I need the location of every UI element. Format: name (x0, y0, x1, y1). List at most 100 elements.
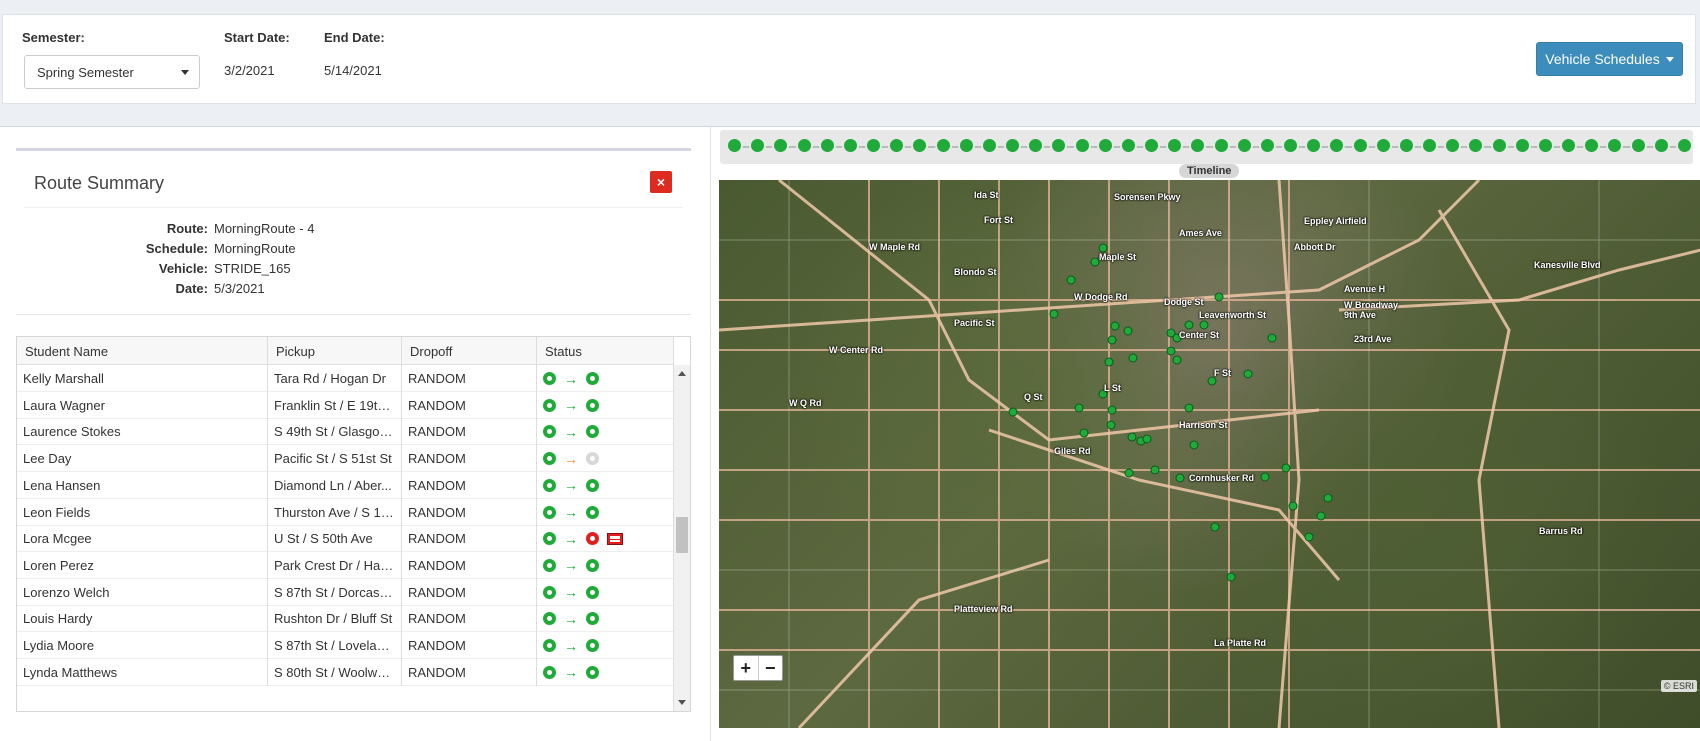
map-street-label: W Q Rd (789, 398, 822, 408)
vehicle-schedules-label: Vehicle Schedules (1545, 51, 1660, 67)
timeline-stop[interactable] (1397, 137, 1415, 154)
timeline-stop[interactable] (888, 137, 906, 154)
col-header-dropoff[interactable]: Dropoff (402, 337, 537, 365)
scroll-thumb[interactable] (676, 517, 688, 553)
dropoff-status-icon (586, 585, 599, 599)
timeline-stop[interactable] (1027, 137, 1045, 154)
timeline-stop[interactable] (1467, 137, 1485, 154)
arrow-right-icon: → (564, 504, 578, 520)
timeline-stop[interactable] (1513, 137, 1531, 154)
timeline-stop[interactable] (1305, 137, 1323, 154)
schedule-value: MorningRoute (214, 241, 296, 256)
arrow-right-icon: → (564, 637, 578, 654)
status-cell: → (537, 365, 674, 392)
timeline-stop[interactable] (934, 137, 952, 154)
timeline-stop[interactable] (1282, 137, 1300, 154)
timeline-stop[interactable] (818, 137, 836, 154)
timeline-stop[interactable] (795, 137, 813, 154)
timeline-stop[interactable] (1212, 137, 1230, 154)
dropoff-cell: RANDOM (402, 632, 537, 659)
students-table: Student Name Pickup Dropoff Status Kelly… (16, 336, 691, 712)
table-row[interactable]: Lydia Moore S 87th St / Loveland... RANDOM… (17, 632, 674, 659)
chevron-down-icon (181, 70, 189, 75)
schedule-label: Schedule: (145, 241, 208, 256)
timeline-stop[interactable] (1258, 137, 1276, 154)
scroll-down-icon[interactable] (678, 700, 686, 705)
table-row[interactable]: Kelly Marshall Tara Rd / Hogan Dr RANDOM → (17, 365, 674, 392)
timeline-stop[interactable] (1536, 137, 1554, 154)
timeline-stop[interactable] (911, 137, 929, 154)
timeline-stop[interactable] (1351, 137, 1369, 154)
timeline-stop[interactable] (1096, 137, 1114, 154)
student-name-cell: Loren Perez (17, 551, 268, 579)
scroll-up-icon[interactable] (678, 371, 686, 376)
table-row[interactable]: Loren Perez Park Crest Dr / Harv... RANDOM… (17, 551, 674, 579)
timeline-stop[interactable] (772, 137, 790, 154)
dropoff-status-icon (586, 478, 599, 492)
zoom-out-button[interactable]: − (759, 656, 783, 680)
timeline-stop[interactable] (1490, 137, 1508, 154)
timeline-stop[interactable] (1143, 137, 1161, 154)
table-scrollbar[interactable] (673, 365, 690, 711)
semester-select[interactable]: Spring Semester (24, 55, 200, 89)
timeline-stop[interactable] (1235, 137, 1253, 154)
timeline-stop[interactable] (1606, 137, 1624, 154)
status-cell: → (537, 391, 674, 419)
timeline-stop[interactable] (980, 137, 998, 154)
timeline-stop[interactable] (1629, 137, 1647, 154)
table-row[interactable]: Louis Hardy Rushton Dr / Bluff St RANDOM → (17, 605, 674, 633)
map-street-label: Giles Rd (1054, 446, 1091, 456)
timeline-stop[interactable] (1583, 137, 1601, 154)
dropoff-status-icon (586, 398, 599, 412)
timeline-stop[interactable] (841, 137, 859, 154)
timeline-stop[interactable] (1004, 137, 1022, 154)
timeline-stop[interactable] (726, 137, 743, 154)
table-row[interactable]: Laura Wagner Franklin St / E 19th ... RAND… (17, 391, 674, 419)
timeline-stop[interactable] (1073, 137, 1091, 154)
timeline-stop[interactable] (1166, 137, 1184, 154)
pickup-cell: S 80th St / Woolwor... (268, 658, 402, 686)
timeline-stop[interactable] (1421, 137, 1439, 154)
timeline-stop[interactable] (1652, 137, 1670, 154)
arrow-right-icon: → (564, 664, 578, 681)
bus-alert-icon[interactable] (607, 532, 623, 545)
map-street-label: L St (1104, 383, 1121, 393)
table-row[interactable]: Lynda Matthews S 80th St / Woolwor... RAND… (17, 658, 674, 686)
table-row[interactable]: Lee Day Pacific St / S 51st St RANDOM → (17, 445, 674, 473)
table-row[interactable]: Lorenzo Welch S 87th St / Dorcas St RANDOM… (17, 578, 674, 606)
timeline-stop[interactable] (749, 137, 767, 154)
table-row[interactable]: Leon Fields Thurston Ave / S 15... RANDOM → (17, 498, 674, 526)
zoom-in-button[interactable]: + (734, 656, 759, 680)
table-row[interactable]: Lora Mcgee U St / S 50th Ave RANDOM → (17, 525, 674, 553)
student-name-cell: Laura Wagner (17, 391, 268, 419)
map-street-label: Cornhusker Rd (1189, 473, 1255, 483)
timeline-stop[interactable] (1374, 137, 1392, 154)
timeline-stop[interactable] (865, 137, 883, 154)
col-header-status[interactable]: Status (537, 337, 674, 365)
timeline-bar (720, 130, 1693, 164)
route-map[interactable]: Ida St Fort St Maple St W Maple Rd Blondo St… (719, 180, 1700, 728)
map-street-label: Barrus Rd (1539, 526, 1583, 536)
timeline-stop[interactable] (1050, 137, 1068, 154)
col-header-student-name[interactable]: Student Name (17, 337, 268, 365)
timeline-stop[interactable] (1189, 137, 1207, 154)
table-row[interactable]: Lena Hansen Diamond Ln / Aber... RANDOM → (17, 471, 674, 499)
end-date-label: End Date: (324, 30, 385, 45)
timeline-stop[interactable] (1560, 137, 1578, 154)
timeline-stop[interactable] (1444, 137, 1462, 154)
map-street-label: 23rd Ave (1354, 334, 1392, 344)
timeline-stop[interactable] (1676, 137, 1693, 154)
table-row[interactable]: Laurence Stokes S 49th St / Glasgow ... RA… (17, 418, 674, 446)
vehicle-schedules-button[interactable]: Vehicle Schedules (1536, 42, 1683, 76)
timeline-stop[interactable] (1119, 137, 1137, 154)
timeline-label[interactable]: Timeline (1179, 164, 1240, 178)
timeline-stop[interactable] (1328, 137, 1346, 154)
timeline-stop[interactable] (957, 137, 975, 154)
student-name-cell: Lydia Moore (17, 632, 268, 659)
col-header-pickup[interactable]: Pickup (268, 337, 402, 365)
map-street-label: La Platte Rd (1214, 638, 1267, 648)
pickup-status-icon (543, 478, 556, 492)
close-button[interactable]: × (650, 171, 672, 193)
left-panel: Route Summary × Route: MorningRoute - 4 … (0, 127, 708, 741)
status-cell: → (537, 551, 674, 579)
